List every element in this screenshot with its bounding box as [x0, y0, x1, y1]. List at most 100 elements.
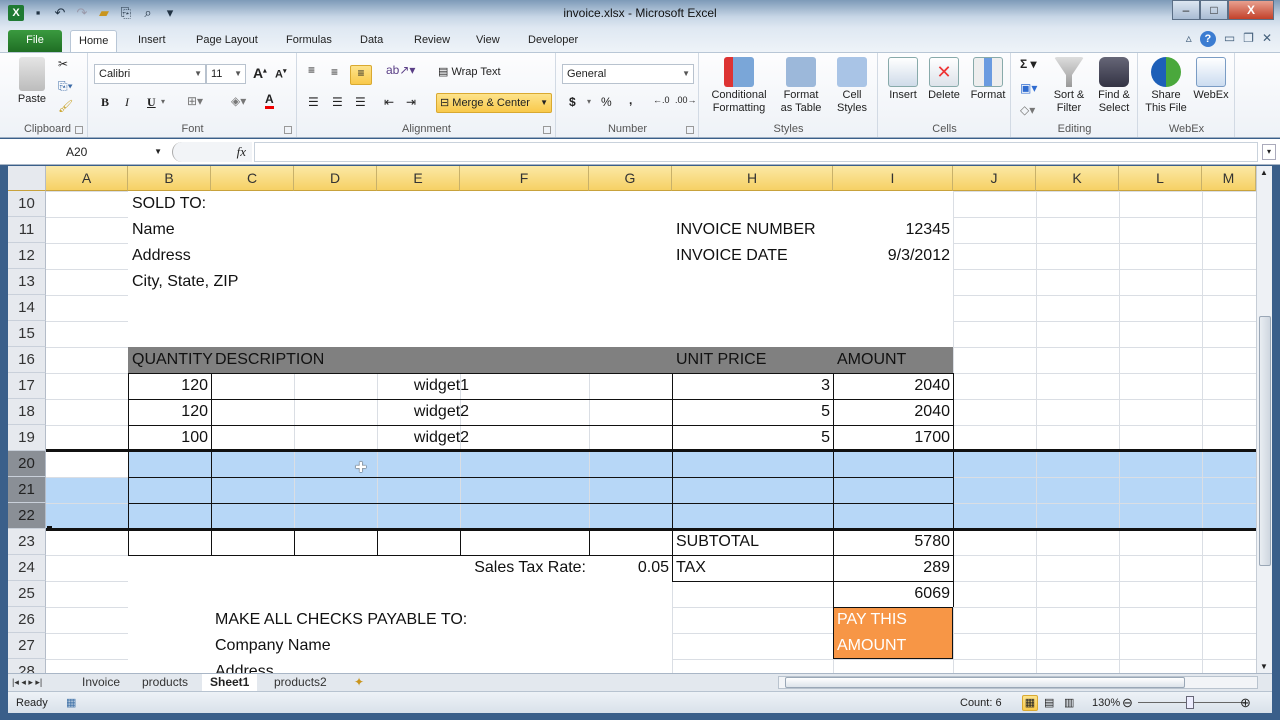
- active-cell-a20[interactable]: [46, 451, 128, 477]
- cell-amount[interactable]: 1700: [833, 425, 953, 451]
- row-header-20[interactable]: 20: [8, 451, 46, 477]
- page-break-view-icon[interactable]: ▥: [1064, 692, 1074, 714]
- conditional-formatting-button[interactable]: Conditional Formatting: [706, 57, 772, 115]
- row-header-18[interactable]: 18: [8, 399, 46, 425]
- find-select-button[interactable]: Find & Select: [1092, 57, 1136, 115]
- italic-button[interactable]: I: [125, 95, 129, 110]
- grow-font-icon[interactable]: A▴: [253, 65, 267, 81]
- align-center-icon[interactable]: ☰: [332, 95, 343, 109]
- insert-cells-button[interactable]: Insert: [883, 57, 923, 102]
- zoom-out-icon[interactable]: ⊖: [1122, 692, 1133, 714]
- font-launcher-icon[interactable]: [284, 126, 292, 134]
- zoom-slider-thumb[interactable]: [1186, 696, 1194, 709]
- tab-file[interactable]: File: [8, 30, 62, 52]
- row-header-10[interactable]: 10: [8, 191, 46, 217]
- decrease-indent-icon[interactable]: ⇤: [384, 95, 394, 109]
- column-header-l[interactable]: L: [1119, 166, 1202, 191]
- copy-icon[interactable]: ⎘▾: [58, 79, 73, 94]
- cell-invoice-number[interactable]: 12345: [833, 217, 953, 243]
- select-all-corner[interactable]: [8, 166, 46, 191]
- merge-center-button[interactable]: ⊟ Merge & Center ▼: [436, 93, 552, 113]
- cell-quantity[interactable]: 120: [128, 399, 211, 425]
- scroll-up-icon[interactable]: ▲: [1260, 168, 1268, 177]
- spreadsheet-grid[interactable]: A B C D E F G H I J K L M 10 11 12 13 14 15 16 17 18 19 20 21 22 2…: [8, 166, 1256, 673]
- vertical-scrollbar[interactable]: ▲ ▼: [1256, 166, 1272, 673]
- column-header-k[interactable]: K: [1036, 166, 1119, 191]
- row-header-17[interactable]: 17: [8, 373, 46, 399]
- percent-button[interactable]: %: [601, 95, 612, 109]
- page-layout-view-icon[interactable]: ▤: [1044, 692, 1054, 714]
- align-bottom-icon[interactable]: ≡: [350, 65, 372, 85]
- cell-subtotal-label[interactable]: SUBTOTAL: [672, 529, 833, 555]
- close-button[interactable]: X: [1228, 0, 1274, 20]
- formula-input[interactable]: [254, 142, 1258, 162]
- sheet-nav-first-icon[interactable]: |◂ ◂ ▸ ▸|: [10, 674, 44, 691]
- cut-icon[interactable]: ✂: [58, 57, 68, 71]
- sheet-tab-sheet1[interactable]: Sheet1: [202, 674, 258, 691]
- cell-tax-rate[interactable]: 0.05: [589, 555, 672, 581]
- sort-filter-button[interactable]: Sort & Filter: [1048, 57, 1090, 115]
- cell-description[interactable]: widget1: [211, 373, 672, 399]
- cell-total[interactable]: 6069: [833, 581, 953, 607]
- sheet-tab-invoice[interactable]: Invoice: [74, 674, 128, 691]
- increase-decimal-icon[interactable]: ←.0: [653, 95, 670, 105]
- tab-insert[interactable]: Insert: [130, 30, 174, 52]
- tab-review[interactable]: Review: [406, 30, 458, 52]
- number-format-combo[interactable]: General ▼: [562, 64, 694, 84]
- fill-handle[interactable]: [47, 526, 52, 531]
- workbook-restore-icon[interactable]: ❐: [1243, 31, 1254, 47]
- cell-quantity[interactable]: 120: [128, 373, 211, 399]
- vertical-scroll-thumb[interactable]: [1259, 316, 1271, 566]
- cell-invoice-number-label[interactable]: INVOICE NUMBER: [672, 217, 833, 243]
- number-launcher-icon[interactable]: [686, 126, 694, 134]
- horizontal-scrollbar[interactable]: [778, 676, 1258, 689]
- column-header-f[interactable]: F: [460, 166, 589, 191]
- row-header-26[interactable]: 26: [8, 607, 46, 633]
- decrease-decimal-icon[interactable]: .00→: [675, 95, 697, 105]
- column-header-b[interactable]: B: [128, 166, 211, 191]
- format-as-table-button[interactable]: Format as Table: [776, 57, 826, 115]
- column-header-g[interactable]: G: [589, 166, 672, 191]
- cell-description[interactable]: widget2: [211, 399, 672, 425]
- format-painter-icon[interactable]: 🖌: [58, 99, 73, 113]
- row-header-27[interactable]: 27: [8, 633, 46, 659]
- column-header-h[interactable]: H: [672, 166, 833, 191]
- column-header-e[interactable]: E: [377, 166, 460, 191]
- cell-pay-amount[interactable]: AMOUNT: [833, 633, 953, 659]
- cell-pay-this[interactable]: PAY THIS: [833, 607, 953, 633]
- shrink-font-icon[interactable]: A▾: [275, 67, 286, 81]
- column-header-a[interactable]: A: [46, 166, 128, 191]
- macro-record-icon[interactable]: ▦: [66, 692, 76, 714]
- cell-sold-to[interactable]: SOLD TO:: [128, 191, 211, 217]
- name-box[interactable]: A20 ▼: [8, 142, 166, 162]
- cell-tax[interactable]: 289: [833, 555, 953, 581]
- sheet-tab-products2[interactable]: products2: [266, 674, 335, 691]
- cell-subtotal[interactable]: 5780: [833, 529, 953, 555]
- insert-sheet-icon[interactable]: ✦: [346, 674, 372, 691]
- cell-invoice-date-label[interactable]: INVOICE DATE: [672, 243, 833, 269]
- maximize-button[interactable]: □: [1200, 0, 1228, 20]
- tab-data[interactable]: Data: [352, 30, 391, 52]
- clipboard-launcher-icon[interactable]: [75, 126, 83, 134]
- zoom-level[interactable]: 130%: [1092, 692, 1120, 714]
- cell-quantity[interactable]: 100: [128, 425, 211, 451]
- align-middle-icon[interactable]: ≡: [331, 65, 338, 79]
- cell-company-name[interactable]: Company Name: [211, 633, 377, 659]
- cell-invoice-date[interactable]: 9/3/2012: [833, 243, 953, 269]
- column-header-m[interactable]: M: [1202, 166, 1256, 191]
- row-header-22[interactable]: 22: [8, 503, 46, 529]
- cell-amount[interactable]: 2040: [833, 399, 953, 425]
- column-header-d[interactable]: D: [294, 166, 377, 191]
- column-header-c[interactable]: C: [211, 166, 294, 191]
- minimize-button[interactable]: –: [1172, 0, 1200, 20]
- zoom-in-icon[interactable]: ⊕: [1240, 692, 1251, 714]
- cell-tax-rate-label[interactable]: Sales Tax Rate:: [460, 555, 589, 581]
- webex-button[interactable]: WebEx: [1191, 57, 1231, 102]
- cell-description[interactable]: widget2: [211, 425, 672, 451]
- row-header-24[interactable]: 24: [8, 555, 46, 581]
- underline-button[interactable]: U: [147, 95, 156, 110]
- font-color-icon[interactable]: A: [265, 93, 274, 109]
- align-right-icon[interactable]: ☰: [355, 95, 366, 109]
- row-header-23[interactable]: 23: [8, 529, 46, 555]
- share-this-file-button[interactable]: Share This File: [1143, 57, 1189, 115]
